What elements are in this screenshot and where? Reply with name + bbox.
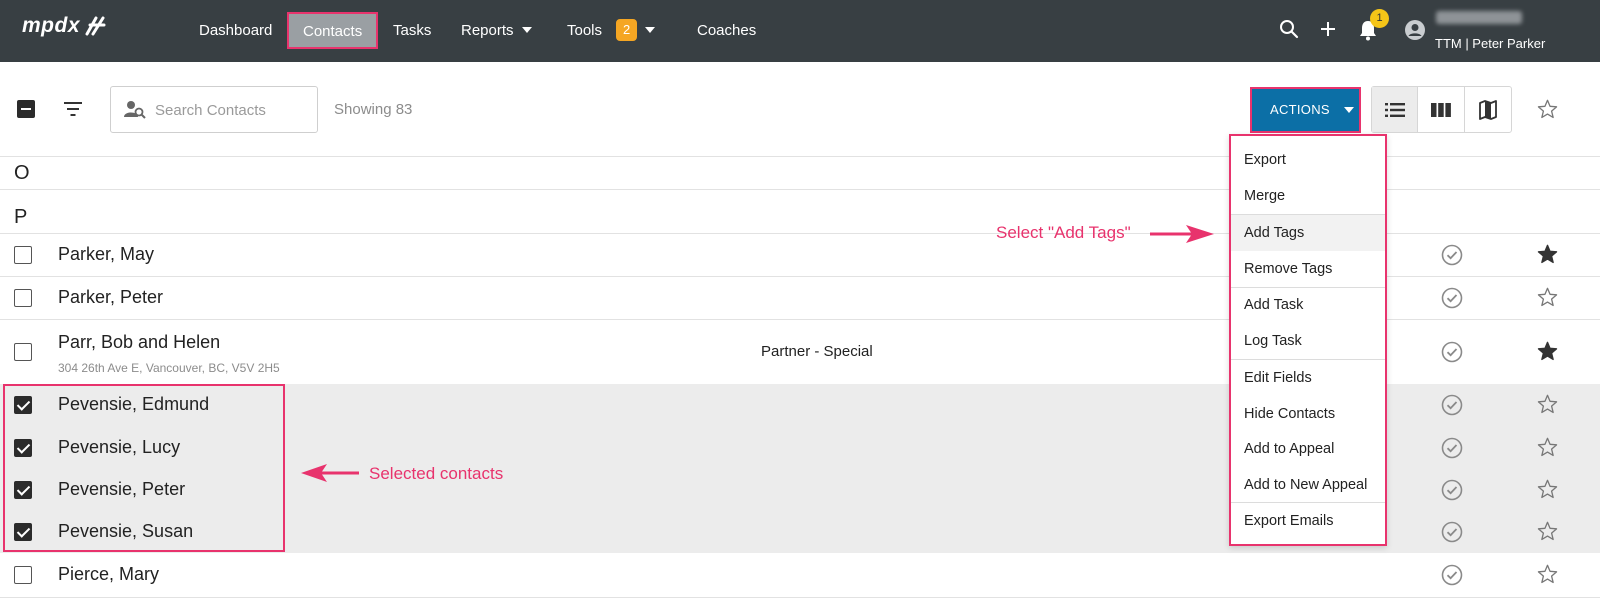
chevron-down-icon <box>1343 106 1354 113</box>
check-circle-icon[interactable] <box>1441 287 1463 309</box>
annotation-arrow-left-icon <box>301 464 359 482</box>
menu-item-add-to-new-appeal[interactable]: Add to New Appeal <box>1231 467 1385 503</box>
check-circle-icon[interactable] <box>1441 521 1463 543</box>
nav-contacts[interactable]: Contacts <box>287 12 379 49</box>
menu-item-log-task[interactable]: Log Task <box>1231 323 1385 359</box>
nav-dashboard[interactable]: Dashboard <box>199 0 272 62</box>
plus-icon[interactable] <box>1319 19 1337 39</box>
annotation-selected-contacts: Selected contacts <box>369 464 504 483</box>
contact-checkbox[interactable] <box>14 566 32 584</box>
contact-name[interactable]: Parr, Bob and Helen <box>58 332 220 353</box>
contact-name[interactable]: Pierce, Mary <box>58 564 159 585</box>
contact-checkbox[interactable] <box>14 246 32 264</box>
filter-icon[interactable] <box>63 101 83 117</box>
menu-item-export-emails[interactable]: Export Emails <box>1231 503 1385 539</box>
check-circle-icon[interactable] <box>1441 437 1463 459</box>
search-box <box>110 86 318 133</box>
letter-heading-o: O <box>14 162 30 184</box>
logo-mark-icon <box>85 16 106 36</box>
tools-badge: 2 <box>616 18 638 41</box>
divider <box>0 597 1600 598</box>
menu-item-add-tags[interactable]: Add Tags <box>1231 215 1385 251</box>
user-name-blurred <box>1436 11 1522 24</box>
nav-coaches[interactable]: Coaches <box>697 0 756 62</box>
user-org-label[interactable]: TTM | Peter Parker <box>1435 36 1545 51</box>
menu-item-add-task[interactable]: Add Task <box>1231 287 1385 323</box>
contact-status: Partner - Special <box>761 343 873 360</box>
star-outline-icon[interactable] <box>1537 99 1558 119</box>
nav-reports[interactable]: Reports <box>461 0 532 62</box>
menu-item-add-to-appeal[interactable]: Add to Appeal <box>1231 431 1385 467</box>
chevron-down-icon <box>521 27 532 34</box>
list-view-button[interactable] <box>1372 87 1419 132</box>
check-circle-icon[interactable] <box>1441 394 1463 416</box>
annotation-arrow-right-icon <box>1150 225 1214 243</box>
star-outline-icon[interactable] <box>1537 564 1558 584</box>
actions-button[interactable]: ACTIONS <box>1250 87 1361 133</box>
contact-address: 304 26th Ave E, Vancouver, BC, V5V 2H5 <box>58 361 280 375</box>
star-filled-icon[interactable] <box>1537 341 1558 361</box>
check-circle-icon[interactable] <box>1441 341 1463 363</box>
showing-count: Showing 83 <box>334 101 413 118</box>
select-all-checkbox[interactable] <box>17 100 35 118</box>
notification-badge: 1 <box>1370 9 1389 28</box>
letter-heading-p: P <box>14 206 28 228</box>
search-input[interactable] <box>155 99 305 121</box>
star-outline-icon[interactable] <box>1537 437 1558 457</box>
nav-tasks[interactable]: Tasks <box>393 0 431 62</box>
menu-item-remove-tags[interactable]: Remove Tags <box>1231 251 1385 287</box>
star-outline-icon[interactable] <box>1537 479 1558 499</box>
contact-checkbox[interactable] <box>14 289 32 307</box>
top-nav: mpdx Dashboard Contacts Tasks Reports To… <box>0 0 1600 62</box>
columns-icon <box>1431 102 1451 117</box>
star-outline-icon[interactable] <box>1537 521 1558 541</box>
mpdx-logo[interactable]: mpdx <box>22 14 106 38</box>
account-circle-icon[interactable] <box>1404 19 1426 41</box>
contact-search-icon <box>124 101 146 119</box>
contact-name[interactable]: Parker, May <box>58 244 154 265</box>
star-outline-icon[interactable] <box>1537 394 1558 414</box>
map-icon <box>1478 99 1497 120</box>
nav-tools[interactable]: Tools 2 <box>567 0 656 62</box>
chevron-down-icon <box>645 27 656 34</box>
search-icon[interactable] <box>1279 19 1299 39</box>
star-filled-icon[interactable] <box>1537 244 1558 264</box>
menu-item-edit-fields[interactable]: Edit Fields <box>1231 360 1385 396</box>
check-circle-icon[interactable] <box>1441 564 1463 586</box>
check-circle-icon[interactable] <box>1441 479 1463 501</box>
menu-item-export[interactable]: Export <box>1231 142 1385 178</box>
contact-row[interactable]: Pierce, Mary <box>0 554 1600 596</box>
map-view-button[interactable] <box>1465 87 1511 132</box>
selected-contacts-highlight <box>3 384 285 552</box>
menu-item-hide-contacts[interactable]: Hide Contacts <box>1231 396 1385 432</box>
contact-name[interactable]: Parker, Peter <box>58 287 163 308</box>
view-toggle-group <box>1371 86 1512 133</box>
column-view-button[interactable] <box>1418 87 1465 132</box>
annotation-add-tags: Select "Add Tags" <box>996 223 1131 242</box>
star-outline-icon[interactable] <box>1537 287 1558 307</box>
contact-checkbox[interactable] <box>14 343 32 361</box>
actions-menu: Export Merge Add Tags Remove Tags Add Ta… <box>1229 134 1387 546</box>
menu-item-merge[interactable]: Merge <box>1231 178 1385 214</box>
check-circle-icon[interactable] <box>1441 244 1463 266</box>
list-view-icon <box>1384 102 1405 117</box>
